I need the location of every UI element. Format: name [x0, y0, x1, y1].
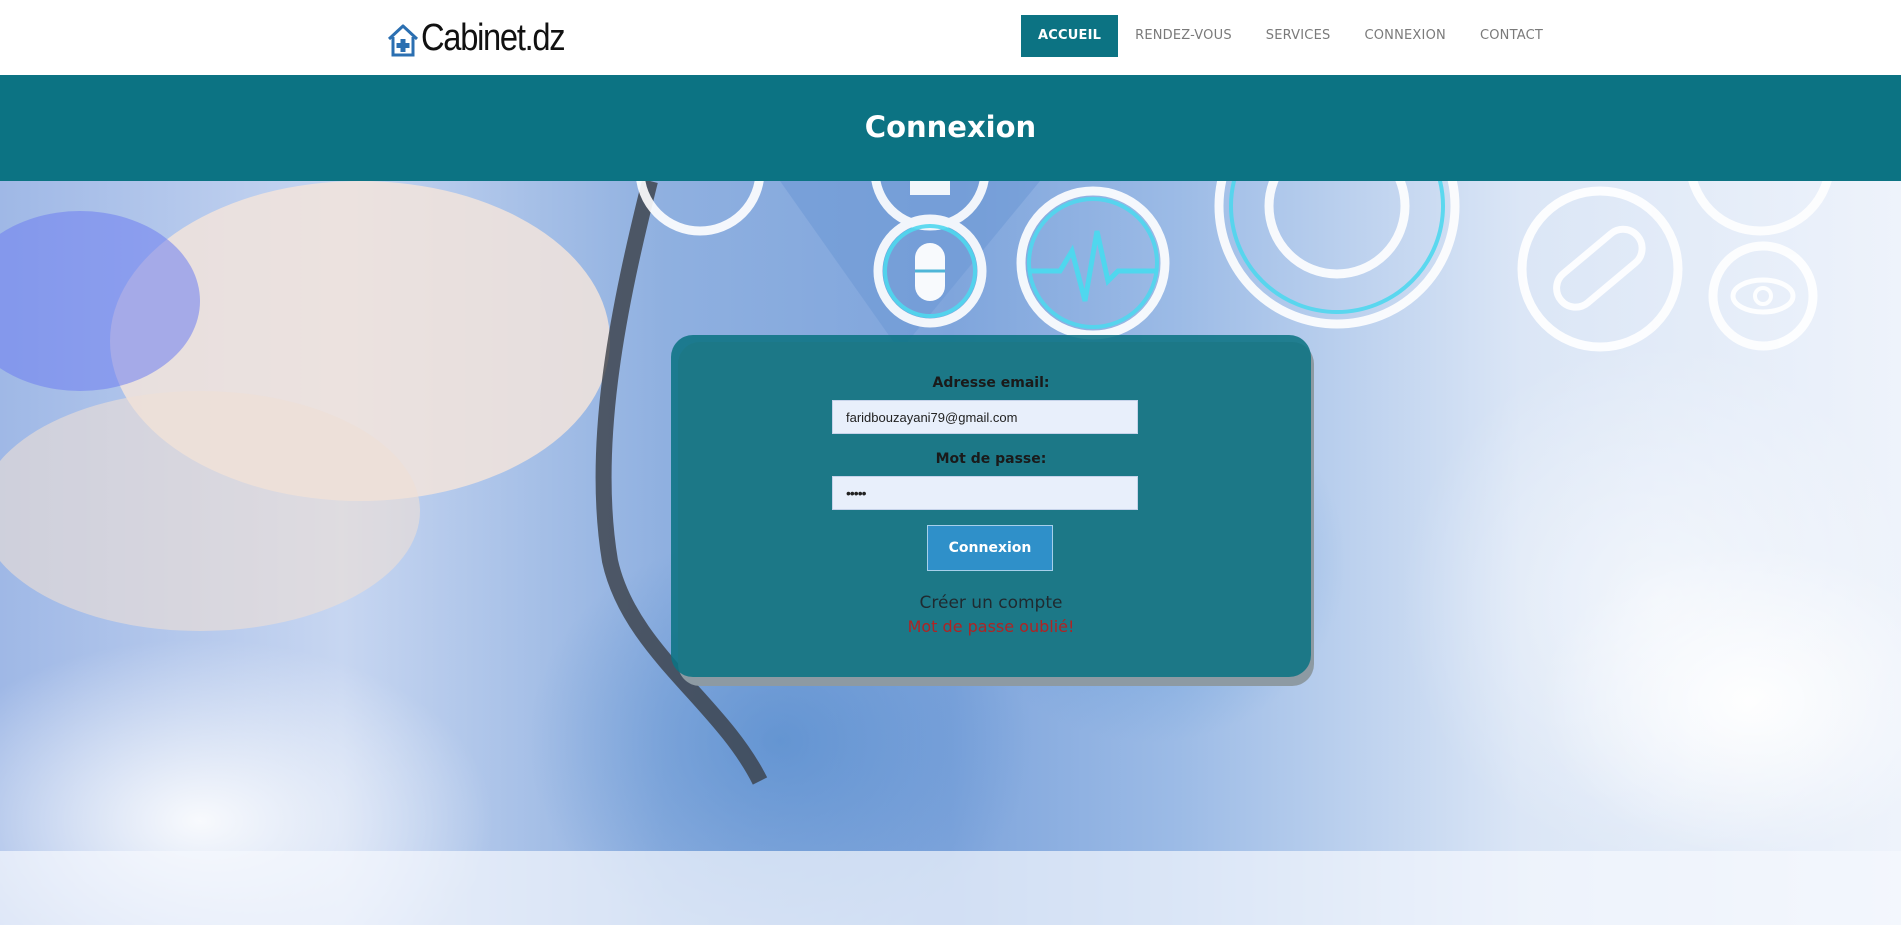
forgot-password-link[interactable]: Mot de passe oublié! — [671, 617, 1311, 636]
site-header: Cabinet.dz ACCUEIL RENDEZ-VOUS SERVICES … — [0, 0, 1901, 75]
brand-name: Cabinet.dz — [421, 17, 566, 59]
nav-item-connexion[interactable]: CONNEXION — [1347, 15, 1462, 57]
page-title: Connexion — [864, 110, 1037, 144]
page-title-band: Connexion — [0, 75, 1901, 181]
email-field[interactable] — [832, 400, 1138, 434]
main-nav: ACCUEIL RENDEZ-VOUS SERVICES CONNEXION C… — [1021, 15, 1560, 57]
password-field[interactable]: ••••• — [832, 476, 1138, 510]
login-submit-button[interactable]: Connexion — [927, 525, 1053, 571]
nav-item-accueil[interactable]: ACCUEIL — [1021, 15, 1119, 57]
password-label: Mot de passe: — [935, 451, 1047, 467]
nav-item-contact[interactable]: CONTACT — [1463, 15, 1560, 57]
login-form: Adresse email: Mot de passe: ••••• Conne… — [671, 335, 1311, 677]
nav-item-rendez-vous[interactable]: RENDEZ-VOUS — [1118, 15, 1249, 57]
email-label: Adresse email: — [932, 375, 1050, 391]
house-plus-icon — [387, 24, 419, 57]
create-account-link[interactable]: Créer un compte — [671, 593, 1311, 613]
brand-logo[interactable]: Cabinet.dz — [386, 16, 588, 58]
nav-item-services[interactable]: SERVICES — [1249, 15, 1348, 57]
